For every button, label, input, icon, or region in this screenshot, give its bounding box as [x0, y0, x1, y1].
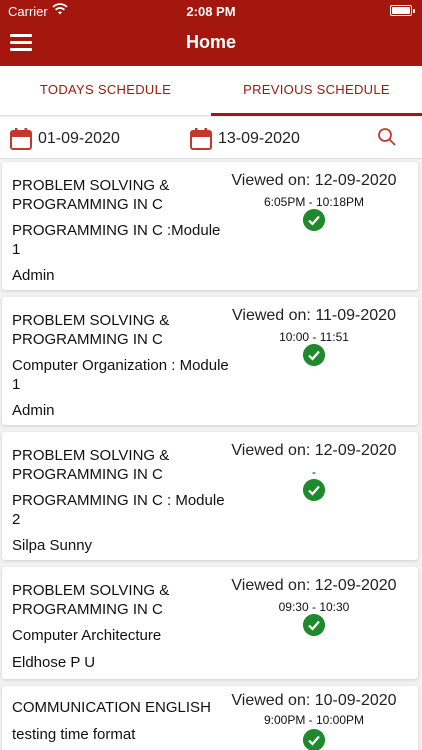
viewed-date: Viewed on: 12-09-2020	[231, 442, 397, 459]
search-icon[interactable]	[377, 127, 397, 147]
schedule-card[interactable]: PROBLEM SOLVING & PROGRAMMING IN C PROGR…	[2, 162, 418, 290]
app-header: Carrier 2:08 PM Home	[0, 0, 422, 66]
viewed-date: Viewed on: 11-09-2020	[232, 307, 396, 324]
battery-icon	[390, 5, 415, 16]
time-range: 09:30 - 10:30	[278, 600, 350, 614]
time-range: 6:05PM - 10:18PM	[263, 195, 365, 209]
schedule-card[interactable]: PROBLEM SOLVING & PROGRAMMING IN C Compu…	[2, 297, 418, 425]
viewed-date: Viewed on: 12-09-2020	[231, 172, 397, 189]
page-title: Home	[185, 32, 236, 52]
tab-todays-schedule[interactable]: TODAYS SCHEDULE	[0, 66, 211, 116]
author-name: Silpa Sunny	[12, 537, 93, 554]
calendar-icon	[10, 128, 32, 150]
viewed-date: Viewed on: 12-09-2020	[231, 577, 397, 594]
course-title: PROBLEM SOLVING & PROGRAMMING IN C	[12, 582, 170, 618]
module-title: Computer Organization : Module 1	[12, 357, 229, 393]
time-range: 10:00 - 11:51	[279, 330, 349, 344]
from-date-picker[interactable]: 01-09-2020	[10, 125, 120, 153]
schedule-card[interactable]: PROBLEM SOLVING & PROGRAMMING IN C PROGR…	[2, 432, 418, 560]
module-title: Computer Architecture	[12, 627, 162, 644]
viewed-date: Viewed on: 10-09-2020	[231, 692, 397, 709]
schedule-card[interactable]: COMMUNICATION ENGLISH testing time forma…	[2, 686, 418, 750]
to-date-picker[interactable]: 13-09-2020	[190, 125, 300, 153]
tab-previous-schedule[interactable]: PREVIOUS SCHEDULE	[211, 66, 422, 116]
calendar-icon	[190, 128, 212, 150]
course-title: PROBLEM SOLVING & PROGRAMMING IN C	[12, 312, 170, 348]
check-icon	[303, 479, 325, 501]
course-title: PROBLEM SOLVING & PROGRAMMING IN C	[12, 447, 170, 483]
module-title: PROGRAMMING IN C : Module 2	[12, 492, 225, 528]
date-filter-bar: 01-09-2020 13-09-2020	[0, 117, 422, 159]
time-range: 9:00PM - 10:00PM	[263, 713, 365, 727]
status-bar: Carrier 2:08 PM	[0, 0, 422, 22]
schedule-card[interactable]: PROBLEM SOLVING & PROGRAMMING IN C Compu…	[2, 567, 418, 679]
check-icon	[303, 344, 325, 366]
check-icon	[303, 729, 325, 750]
course-title: PROBLEM SOLVING & PROGRAMMING IN C	[12, 177, 170, 213]
author-name: Admin	[12, 267, 55, 284]
course-title: COMMUNICATION ENGLISH	[12, 699, 211, 716]
author-name: Eldhose P U	[12, 654, 96, 671]
to-date-value: 13-09-2020	[218, 130, 300, 147]
check-icon	[303, 614, 325, 636]
module-title: testing time format	[12, 726, 136, 743]
module-title: PROGRAMMING IN C :Module 1	[12, 222, 221, 258]
author-name: Admin	[12, 402, 55, 419]
clock: 2:08 PM	[186, 4, 236, 19]
from-date-value: 01-09-2020	[38, 130, 120, 147]
check-icon	[303, 209, 325, 231]
schedule-tabs: TODAYS SCHEDULE PREVIOUS SCHEDULE	[0, 66, 422, 116]
time-range: -	[312, 465, 316, 479]
